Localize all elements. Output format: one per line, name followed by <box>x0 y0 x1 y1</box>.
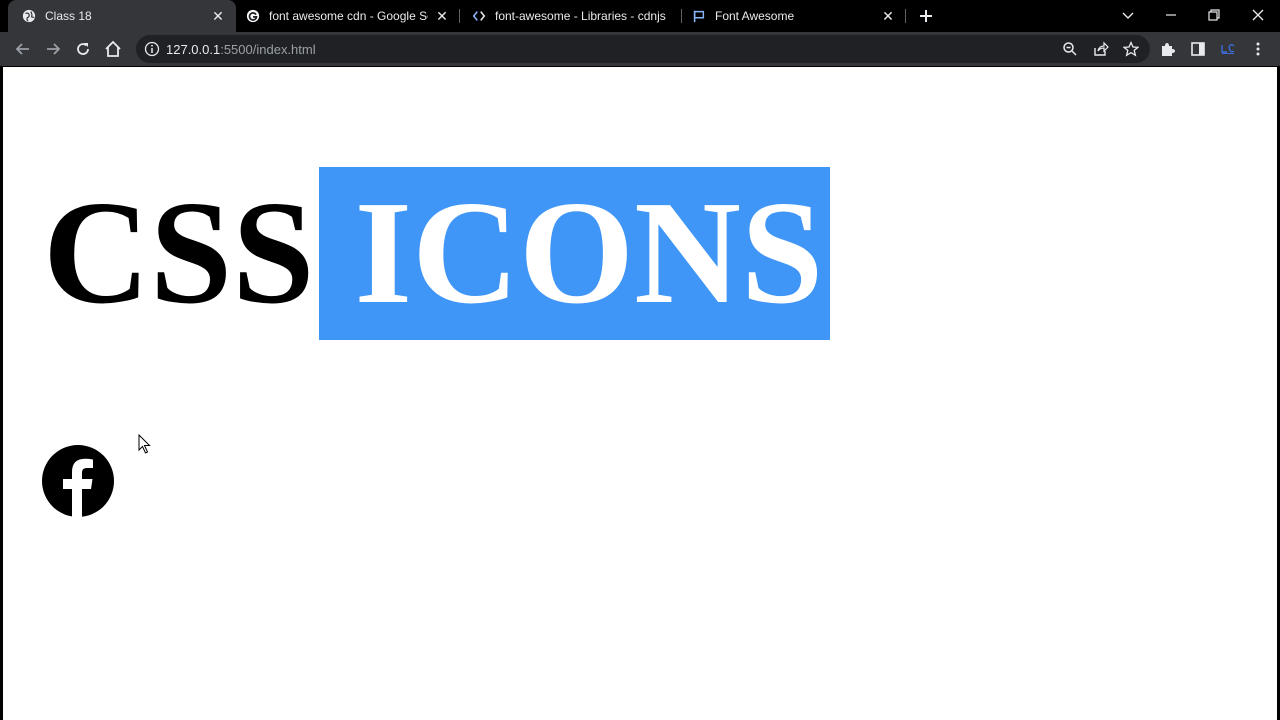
tab-class-18[interactable]: Class 18 ✕ <box>8 0 236 32</box>
new-tab-button[interactable] <box>916 6 936 26</box>
url-text[interactable]: 127.0.0.1:5500/index.html <box>166 42 316 57</box>
extensions-button[interactable] <box>1156 37 1180 61</box>
tab-title: Class 18 <box>45 9 92 23</box>
flag-icon <box>693 10 705 23</box>
google-icon <box>246 9 260 23</box>
url-host: 127.0.0.1 <box>166 42 221 57</box>
plus-icon <box>920 10 932 22</box>
tab-title: font awesome cdn - Google Sear <box>269 9 428 23</box>
tab-search-button[interactable] <box>1106 0 1150 30</box>
reload-icon <box>77 43 89 55</box>
home-button[interactable] <box>101 37 125 61</box>
address-bar[interactable]: 127.0.0.1:5500/index.html <box>136 35 1150 63</box>
arrow-left-icon <box>15 43 29 55</box>
globe-icon <box>22 9 36 23</box>
info-icon[interactable] <box>144 41 160 57</box>
restore-icon <box>1208 9 1220 21</box>
side-panel-icon <box>1191 42 1205 56</box>
menu-button[interactable] <box>1246 37 1270 61</box>
close-tab-icon[interactable]: ✕ <box>210 8 226 24</box>
heading-css: CSS <box>43 171 315 335</box>
mouse-cursor-icon <box>138 434 151 454</box>
minimize-button[interactable] <box>1149 0 1193 30</box>
arrow-right-icon <box>47 43 61 55</box>
tab-title: Font Awesome <box>715 9 795 23</box>
heading-icons-highlight: ICONS <box>318 167 830 340</box>
avatar <box>1221 43 1235 54</box>
close-icon <box>1252 9 1264 21</box>
tab-separator <box>905 9 906 23</box>
forward-button[interactable] <box>41 37 65 61</box>
star-icon <box>1123 41 1139 57</box>
more-vertical-icon <box>1256 42 1260 56</box>
bookmark-button[interactable] <box>1121 40 1141 58</box>
tab-title: font-awesome - Libraries - cdnjs <box>495 9 666 23</box>
tab-strip: Class 18 ✕ font awesome cdn - Google Sea… <box>0 0 1280 32</box>
share-button[interactable] <box>1091 40 1111 58</box>
close-window-button[interactable] <box>1236 0 1280 30</box>
chevron-down-icon <box>1122 12 1134 19</box>
cdnjs-icon <box>472 11 486 21</box>
zoom-button[interactable] <box>1060 40 1080 58</box>
profile-button[interactable] <box>1216 37 1240 61</box>
tab-font-awesome[interactable]: Font Awesome ✕ <box>684 0 906 32</box>
facebook-icon[interactable] <box>41 444 115 518</box>
zoom-icon <box>1063 42 1077 56</box>
tab-separator <box>459 9 460 23</box>
close-tab-icon[interactable]: ✕ <box>880 8 896 24</box>
close-tab-icon[interactable]: ✕ <box>434 8 450 24</box>
home-icon <box>105 40 121 57</box>
restore-button[interactable] <box>1192 0 1236 30</box>
puzzle-icon <box>1162 43 1175 56</box>
tab-cdnjs[interactable]: font-awesome - Libraries - cdnjs <box>462 0 682 32</box>
side-panel-button[interactable] <box>1186 37 1210 61</box>
minimize-icon <box>1166 14 1176 16</box>
back-button[interactable] <box>11 37 35 61</box>
share-icon <box>1094 41 1109 56</box>
url-path: :5500/index.html <box>220 42 316 57</box>
browser-toolbar: 127.0.0.1:5500/index.html <box>0 32 1280 66</box>
tab-google-search[interactable]: font awesome cdn - Google Sear ✕ <box>236 0 460 32</box>
reload-button[interactable] <box>71 37 95 61</box>
tab-separator <box>681 9 682 23</box>
web-page: CSS ICONS <box>3 67 1277 720</box>
page-heading: CSS ICONS <box>43 167 830 340</box>
